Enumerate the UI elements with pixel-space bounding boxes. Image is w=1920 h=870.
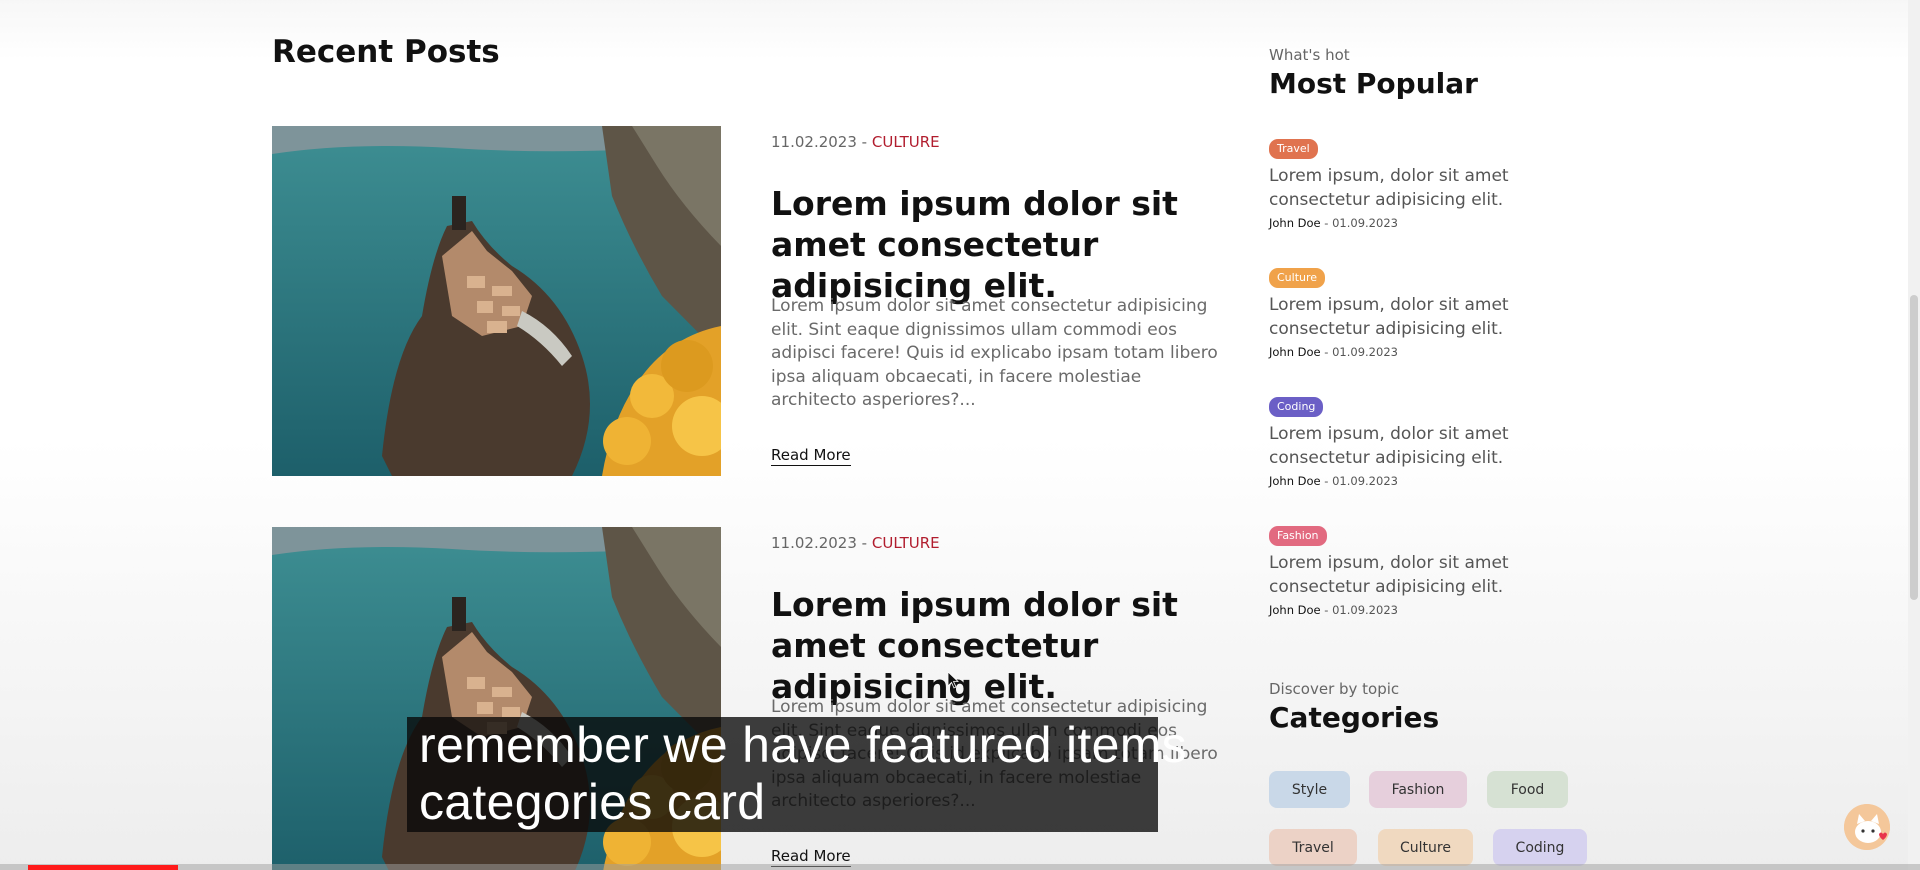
post-date: 11.02.2023 — [771, 534, 857, 552]
popular-author: John Doe — [1269, 216, 1321, 230]
category-chip-style[interactable]: Style — [1269, 771, 1350, 808]
popular-item[interactable]: Fashion Lorem ipsum, dolor sit amet cons… — [1269, 524, 1629, 617]
meta-separator: - — [861, 133, 868, 151]
categories-eyebrow: Discover by topic — [1269, 680, 1400, 698]
meta-separator: - — [861, 534, 868, 552]
category-chip-food[interactable]: Food — [1487, 771, 1568, 808]
popular-author: John Doe — [1269, 474, 1321, 488]
video-caption: remember we have featured items categori… — [407, 717, 1187, 832]
read-more-link[interactable]: Read More — [771, 446, 851, 466]
most-popular-title: Most Popular — [1269, 67, 1478, 100]
popular-item-meta: John Doe - 01.09.2023 — [1269, 474, 1629, 488]
post-title[interactable]: Lorem ipsum dolor sit amet consectetur a… — [771, 183, 1211, 306]
popular-tag[interactable]: Coding — [1269, 397, 1324, 417]
popular-item[interactable]: Culture Lorem ipsum, dolor sit amet cons… — [1269, 266, 1629, 359]
chat-widget-button[interactable] — [1844, 804, 1890, 850]
popular-author: John Doe — [1269, 603, 1321, 617]
popular-item-title[interactable]: Lorem ipsum, dolor sit amet consectetur … — [1269, 552, 1609, 599]
category-chip-coding[interactable]: Coding — [1493, 829, 1587, 866]
post-date: 11.02.2023 — [771, 133, 857, 151]
meta-dash: - — [1324, 474, 1333, 488]
caption-line: remember we have featured items — [419, 717, 1187, 773]
popular-item[interactable]: Coding Lorem ipsum, dolor sit amet conse… — [1269, 395, 1629, 488]
post-meta: 11.02.2023 - CULTURE — [771, 534, 940, 552]
post-meta: 11.02.2023 - CULTURE — [771, 133, 940, 151]
popular-eyebrow: What's hot — [1269, 46, 1350, 64]
post-image[interactable] — [272, 126, 721, 476]
popular-item-meta: John Doe - 01.09.2023 — [1269, 345, 1629, 359]
caption-line: categories card — [419, 774, 766, 830]
post-category[interactable]: CULTURE — [872, 534, 940, 552]
cat-avatar-icon — [1844, 804, 1890, 850]
popular-date: 01.09.2023 — [1332, 216, 1398, 230]
popular-item-title[interactable]: Lorem ipsum, dolor sit amet consectetur … — [1269, 423, 1609, 470]
popular-item-title[interactable]: Lorem ipsum, dolor sit amet consectetur … — [1269, 165, 1609, 212]
category-chip-culture[interactable]: Culture — [1378, 829, 1473, 866]
popular-author: John Doe — [1269, 345, 1321, 359]
video-progress-fill[interactable] — [28, 865, 178, 870]
cliffside-village-photo — [272, 126, 721, 476]
meta-dash: - — [1324, 345, 1333, 359]
post-category[interactable]: CULTURE — [872, 133, 940, 151]
popular-date: 01.09.2023 — [1332, 603, 1398, 617]
post-card: 11.02.2023 - CULTURE Lorem ipsum dolor s… — [272, 126, 1222, 476]
popular-item-title[interactable]: Lorem ipsum, dolor sit amet consectetur … — [1269, 294, 1609, 341]
popular-tag[interactable]: Fashion — [1269, 526, 1327, 546]
category-chip-fashion[interactable]: Fashion — [1369, 771, 1467, 808]
recent-posts-title: Recent Posts — [272, 34, 500, 70]
meta-dash: - — [1324, 216, 1333, 230]
category-chip-travel[interactable]: Travel — [1269, 829, 1357, 866]
popular-tag[interactable]: Travel — [1269, 139, 1318, 159]
meta-dash: - — [1324, 603, 1333, 617]
video-progress-track[interactable] — [0, 864, 1920, 870]
popular-date: 01.09.2023 — [1332, 345, 1398, 359]
popular-item-meta: John Doe - 01.09.2023 — [1269, 603, 1629, 617]
scrollbar-thumb[interactable] — [1910, 295, 1918, 600]
post-title[interactable]: Lorem ipsum dolor sit amet consectetur a… — [771, 584, 1211, 707]
mouse-cursor-icon — [948, 672, 960, 689]
popular-date: 01.09.2023 — [1332, 474, 1398, 488]
categories-title: Categories — [1269, 701, 1440, 734]
popular-tag[interactable]: Culture — [1269, 268, 1326, 288]
popular-item[interactable]: Travel Lorem ipsum, dolor sit amet conse… — [1269, 137, 1629, 230]
popular-item-meta: John Doe - 01.09.2023 — [1269, 216, 1629, 230]
post-description: Lorem ipsum dolor sit amet consectetur a… — [771, 296, 1218, 410]
